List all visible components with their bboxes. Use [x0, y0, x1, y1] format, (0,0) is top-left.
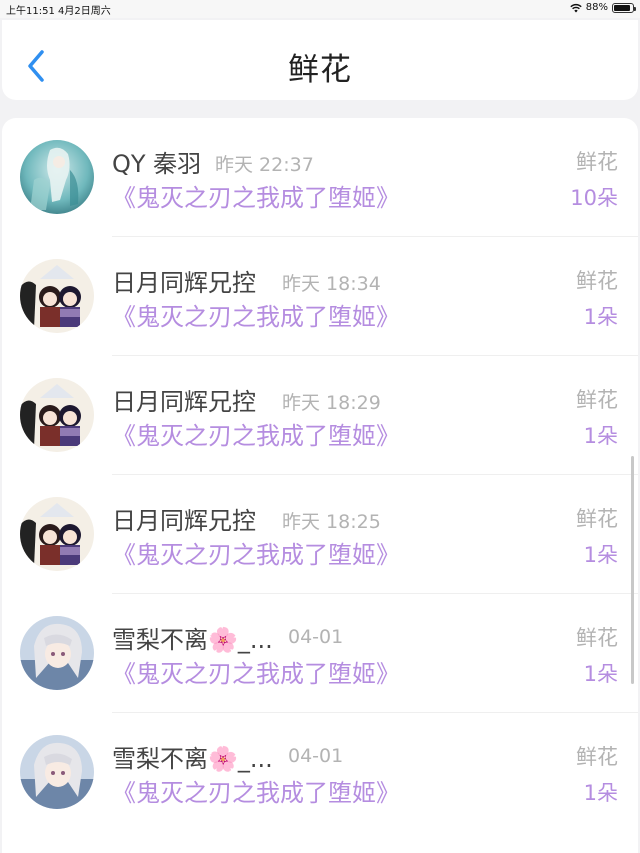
- book-title-link[interactable]: 《鬼灭之刃之我成了堕姬》: [112, 654, 400, 689]
- status-time-date: 上午11:51 4月2日周六: [6, 6, 111, 17]
- chibi-pair-avatar-icon: [20, 259, 94, 333]
- flower-gift-list: QY 秦羽 昨天 22:37 《鬼灭之刃之我成了堕姬》 鲜花 10朵 日月同辉兄…: [2, 118, 638, 853]
- user-name: 日月同辉兄控: [112, 507, 256, 535]
- list-item[interactable]: 雪梨不离🌸_... 04-01 《鬼灭之刃之我成了堕姬》 鲜花 1朵: [2, 713, 638, 832]
- list-item[interactable]: QY 秦羽 昨天 22:37 《鬼灭之刃之我成了堕姬》 鲜花 10朵: [2, 118, 638, 237]
- gift-time: 04-01: [288, 745, 344, 767]
- gift-type-label: 鲜花: [576, 388, 618, 412]
- user-name: 日月同辉兄控: [112, 388, 256, 416]
- gift-count: 1朵: [583, 662, 618, 686]
- list-item[interactable]: 日月同辉兄控 昨天 18:34 《鬼灭之刃之我成了堕姬》 鲜花 1朵: [2, 237, 638, 356]
- anime-avatar-teal-icon: [20, 140, 94, 214]
- book-title-link[interactable]: 《鬼灭之刃之我成了堕姬》: [112, 773, 400, 808]
- gift-count: 1朵: [583, 781, 618, 805]
- avatar[interactable]: [20, 497, 94, 571]
- status-bar: 上午11:51 4月2日周六 88%: [0, 0, 640, 18]
- battery-icon: [612, 2, 636, 13]
- gift-type-label: 鲜花: [576, 626, 618, 650]
- gift-type-label: 鲜花: [576, 150, 618, 174]
- gift-time: 昨天 18:29: [282, 392, 381, 414]
- gift-time: 04-01: [288, 626, 344, 648]
- book-title-link[interactable]: 《鬼灭之刃之我成了堕姬》: [112, 535, 400, 570]
- battery-level-fill: [614, 4, 630, 11]
- chibi-pair-avatar-icon: [20, 378, 94, 452]
- gift-count: 1朵: [583, 305, 618, 329]
- gift-count: 1朵: [583, 543, 618, 567]
- chibi-pair-avatar-icon: [20, 497, 94, 571]
- user-name: 日月同辉兄控: [112, 269, 256, 297]
- gift-count: 10朵: [570, 186, 618, 210]
- gift-type-label: 鲜花: [576, 269, 618, 293]
- gift-count: 1朵: [583, 424, 618, 448]
- avatar[interactable]: [20, 616, 94, 690]
- silver-hair-anime-avatar-icon: [20, 616, 94, 690]
- user-name: 雪梨不离🌸_...: [112, 626, 273, 654]
- gift-time: 昨天 18:34: [282, 273, 381, 295]
- list-item[interactable]: 日月同辉兄控 昨天 18:29 《鬼灭之刃之我成了堕姬》 鲜花 1朵: [2, 356, 638, 475]
- user-name: 雪梨不离🌸_...: [112, 745, 273, 773]
- gift-time: 昨天 18:25: [282, 511, 381, 533]
- silver-hair-anime-avatar-icon: [20, 735, 94, 809]
- avatar[interactable]: [20, 259, 94, 333]
- avatar[interactable]: [20, 378, 94, 452]
- nav-header: 鲜花: [2, 20, 638, 100]
- avatar[interactable]: [20, 140, 94, 214]
- scrollbar[interactable]: [631, 456, 634, 684]
- battery-percent: 88%: [585, 2, 608, 13]
- page-title: 鲜花: [288, 52, 352, 88]
- wifi-icon: [570, 3, 582, 12]
- gift-type-label: 鲜花: [576, 507, 618, 531]
- list-item[interactable]: 日月同辉兄控 昨天 18:25 《鬼灭之刃之我成了堕姬》 鲜花 1朵: [2, 475, 638, 594]
- book-title-link[interactable]: 《鬼灭之刃之我成了堕姬》: [112, 178, 400, 213]
- book-title-link[interactable]: 《鬼灭之刃之我成了堕姬》: [112, 416, 400, 451]
- list-item[interactable]: 雪梨不离🌸_... 04-01 《鬼灭之刃之我成了堕姬》 鲜花 1朵: [2, 594, 638, 713]
- book-title-link[interactable]: 《鬼灭之刃之我成了堕姬》: [112, 297, 400, 332]
- gift-type-label: 鲜花: [576, 745, 618, 769]
- avatar[interactable]: [20, 735, 94, 809]
- user-name: QY 秦羽: [112, 150, 202, 178]
- gift-time: 昨天 22:37: [215, 154, 314, 176]
- status-indicators: 88%: [570, 2, 636, 13]
